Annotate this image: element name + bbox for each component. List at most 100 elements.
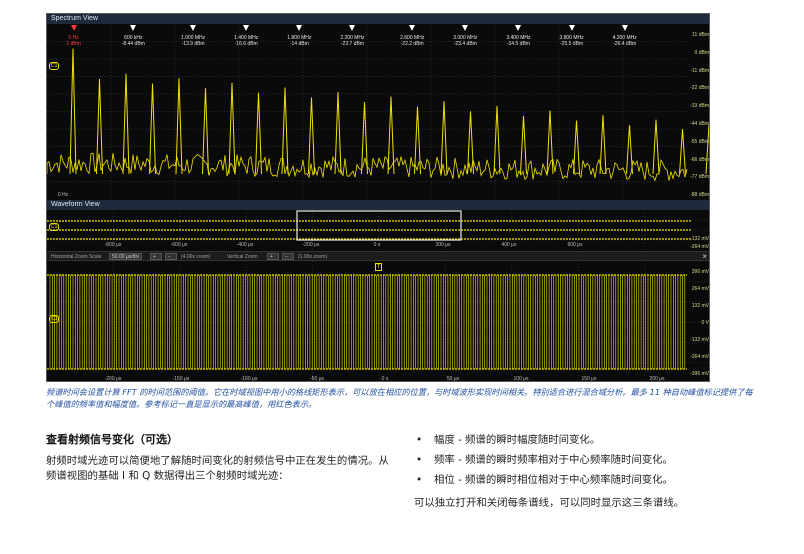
body-paragraph: 射频时域光迹可以简便地了解随时间变化的射频信号中正在发生的情况。从频谱视图的基础… [46,455,389,482]
marker-amplitude: -13.9 dBm [181,41,205,47]
spectrum-peak [308,97,315,175]
waveform-x-tick-label: 0 s [373,242,381,248]
marker-amplitude: -8.44 dBm [121,41,145,47]
zoom-toolbar: Horizontal Zoom Scale 50.00 μs/div + − (… [47,251,709,261]
spectrum-y-tick-label: -33 dBm [690,103,709,110]
marker-triangle-icon [462,25,469,31]
zoom-y-tick-label: 264 mV [691,286,709,292]
list-item-text: 幅度 - 频谱的瞬时幅度随时间变化。 [434,434,601,446]
marker-readout: 600 kHz -8.44 dBm [111,35,155,47]
spectrum-y-tick-label: 0 dBm [694,49,709,56]
zoom-waveform-plot [47,261,709,381]
spectrum-peak [281,87,289,175]
waveform-view-pane[interactable]: -800 μs -600 μs -400 μs -200 μs 0 s 200 μs 400… [47,210,709,250]
marker-amplitude: -23.4 dBm [453,41,477,47]
figure-caption: 频谱时间会设置计算 FFT 的时间范围的阈值。它在时域视图中用小的格线矩形表示，… [46,387,753,409]
marker-readout: 1.400 MHz -16.6 dBm [224,35,268,47]
waveform-x-tick-label: 600 μs [567,242,583,248]
horizontal-zoom-scale-field[interactable]: 50.00 μs/div [109,253,143,260]
marker-readout: 0 Hz 1 dBm [52,35,96,47]
spectrum-peak [679,129,686,175]
waveform-x-tick-label: -400 μs [236,242,254,248]
marker-readout: 3.800 MHz -25.5 dBm [550,35,594,47]
spectrum-peak [440,101,448,175]
waveform-y-tick-label: -264 mV [690,244,709,250]
marker-amplitude: 1 dBm [66,41,81,47]
waveform-x-tick-label: 200 μs [435,242,451,248]
marker-readout: 4.200 MHz -26.4 dBm [603,35,647,47]
spectrum-y-tick-label: -66 dBm [690,156,709,163]
zoom-waveform-pane[interactable]: -200 μs -150 μs -100 μs -50 μs 0 s 50 μs 100 μ… [47,261,709,382]
spectrum-plot [47,24,709,199]
zoom-y-tick-label: -132 mV [690,337,709,343]
spectrum-y-tick-label: -22 dBm [690,85,709,92]
zoom-out-button[interactable]: − [165,253,177,260]
waveform-y-tick-label: -132 mV [690,236,709,242]
zoom-channel-1-badge[interactable]: C1 [49,315,60,323]
spectrum-peak [626,125,633,175]
channel-1-badge[interactable]: C1 [49,62,60,70]
spectrum-peak [467,111,474,175]
spectrum-start-freq: 0 Hz [57,192,69,198]
zoom-x-tick-label: 200 μs [649,376,665,382]
list-item-text: 频率 - 频谱的瞬时频率相对于中心频率随时间变化。 [434,454,673,466]
spectrum-peak [414,106,421,175]
marker-triangle-icon [349,25,356,31]
waveform-x-tick-label: -600 μs [170,242,188,248]
spectrum-y-tick-label: -77 dBm [690,174,709,181]
zoom-x-tick-label: -150 μs [172,376,190,382]
vertical-zoom-out-button[interactable]: − [282,253,294,260]
marker-triangle-icon [621,25,628,31]
section-heading: 查看射频信号变化（可选） [46,433,178,446]
spectrum-peak [69,48,77,175]
marker-triangle-icon [409,25,416,31]
oscilloscope-screenshot: Spectrum View 0 Hz 1 dBm 600 kHz -8.44 dBm 1… [46,13,710,382]
vertical-zoom-in-button[interactable]: + [267,253,279,260]
marker-triangle-icon [130,25,137,31]
marker-amplitude: -16.6 dBm [234,41,258,47]
zoom-y-tick-label: -264 mV [690,354,709,360]
marker-amplitude: -23.7 dBm [340,41,364,47]
waveform-channel-1-badge[interactable]: C1 [49,223,60,231]
marker-readout: 2.200 MHz -23.7 dBm [330,35,374,47]
zoom-y-tick-label: 396 mV [691,269,709,275]
bullet-marker: • [416,474,423,486]
spectrum-peak [387,96,395,175]
marker-readout: 2.600 MHz -22.2 dBm [390,35,434,47]
marker-readout: 3.400 MHz -34.5 dBm [496,35,540,47]
spectrum-peak [202,88,209,175]
zoom-x-tick-label: -50 μs [310,376,324,382]
zoom-in-button[interactable]: + [150,253,162,260]
zoom-x-tick-label: -100 μs [240,376,258,382]
spectrum-peak [175,78,183,175]
list-item: • 频率 - 频谱的瞬时频率相对于中心频率随时间变化。 [414,452,784,472]
zoom-x-tick-label: 50 μs [446,376,460,382]
marker-amplitude: -34.5 dBm [506,41,530,47]
bullet-marker: • [416,434,423,446]
zoom-x-tick-label: 150 μs [581,376,597,382]
marker-amplitude: -14 dBm [289,41,309,47]
spectrum-peak [334,92,342,175]
marker-triangle-icon [568,25,575,31]
zoom-x-tick-label: -200 μs [104,376,122,382]
spectrum-y-tick-label: 11 dBm [692,32,709,38]
waveform-x-tick-label: -800 μs [104,242,122,248]
zoom-x-tick-label: 100 μs [513,376,529,382]
list-item: • 幅度 - 频谱的瞬时幅度随时间变化。 [414,432,784,452]
marker-amplitude: -22.2 dBm [400,41,424,47]
zoom-y-tick-label: 132 mV [691,303,709,309]
list-item-text: 相位 - 频谱的瞬时相位相对于中心频率随时间变化。 [434,474,673,486]
spectrum-y-tick-label: -44 dBm [690,121,709,127]
spectrum-y-tick-label: -11 dBm [690,67,709,74]
marker-triangle-icon [515,25,522,31]
marker-amplitude: -26.4 dBm [613,41,637,47]
zoom-waveform-trace [49,275,686,369]
marker-readout: 1.000 MHz -13.9 dBm [171,35,215,47]
waveform-x-tick-label: -200 μs [302,242,320,248]
marker-triangle-icon [70,25,77,31]
spectrum-y-tick-label: -88 dBm [690,192,709,199]
spectrum-y-tick-label: -55 dBm [690,138,709,145]
trigger-marker[interactable]: T [375,263,383,271]
marker-readout: 1.800 MHz -14 dBm [277,35,321,47]
spectrum-view-pane[interactable]: 0 Hz 1 dBm 600 kHz -8.44 dBm 1.000 MHz -13.9 … [47,24,709,199]
